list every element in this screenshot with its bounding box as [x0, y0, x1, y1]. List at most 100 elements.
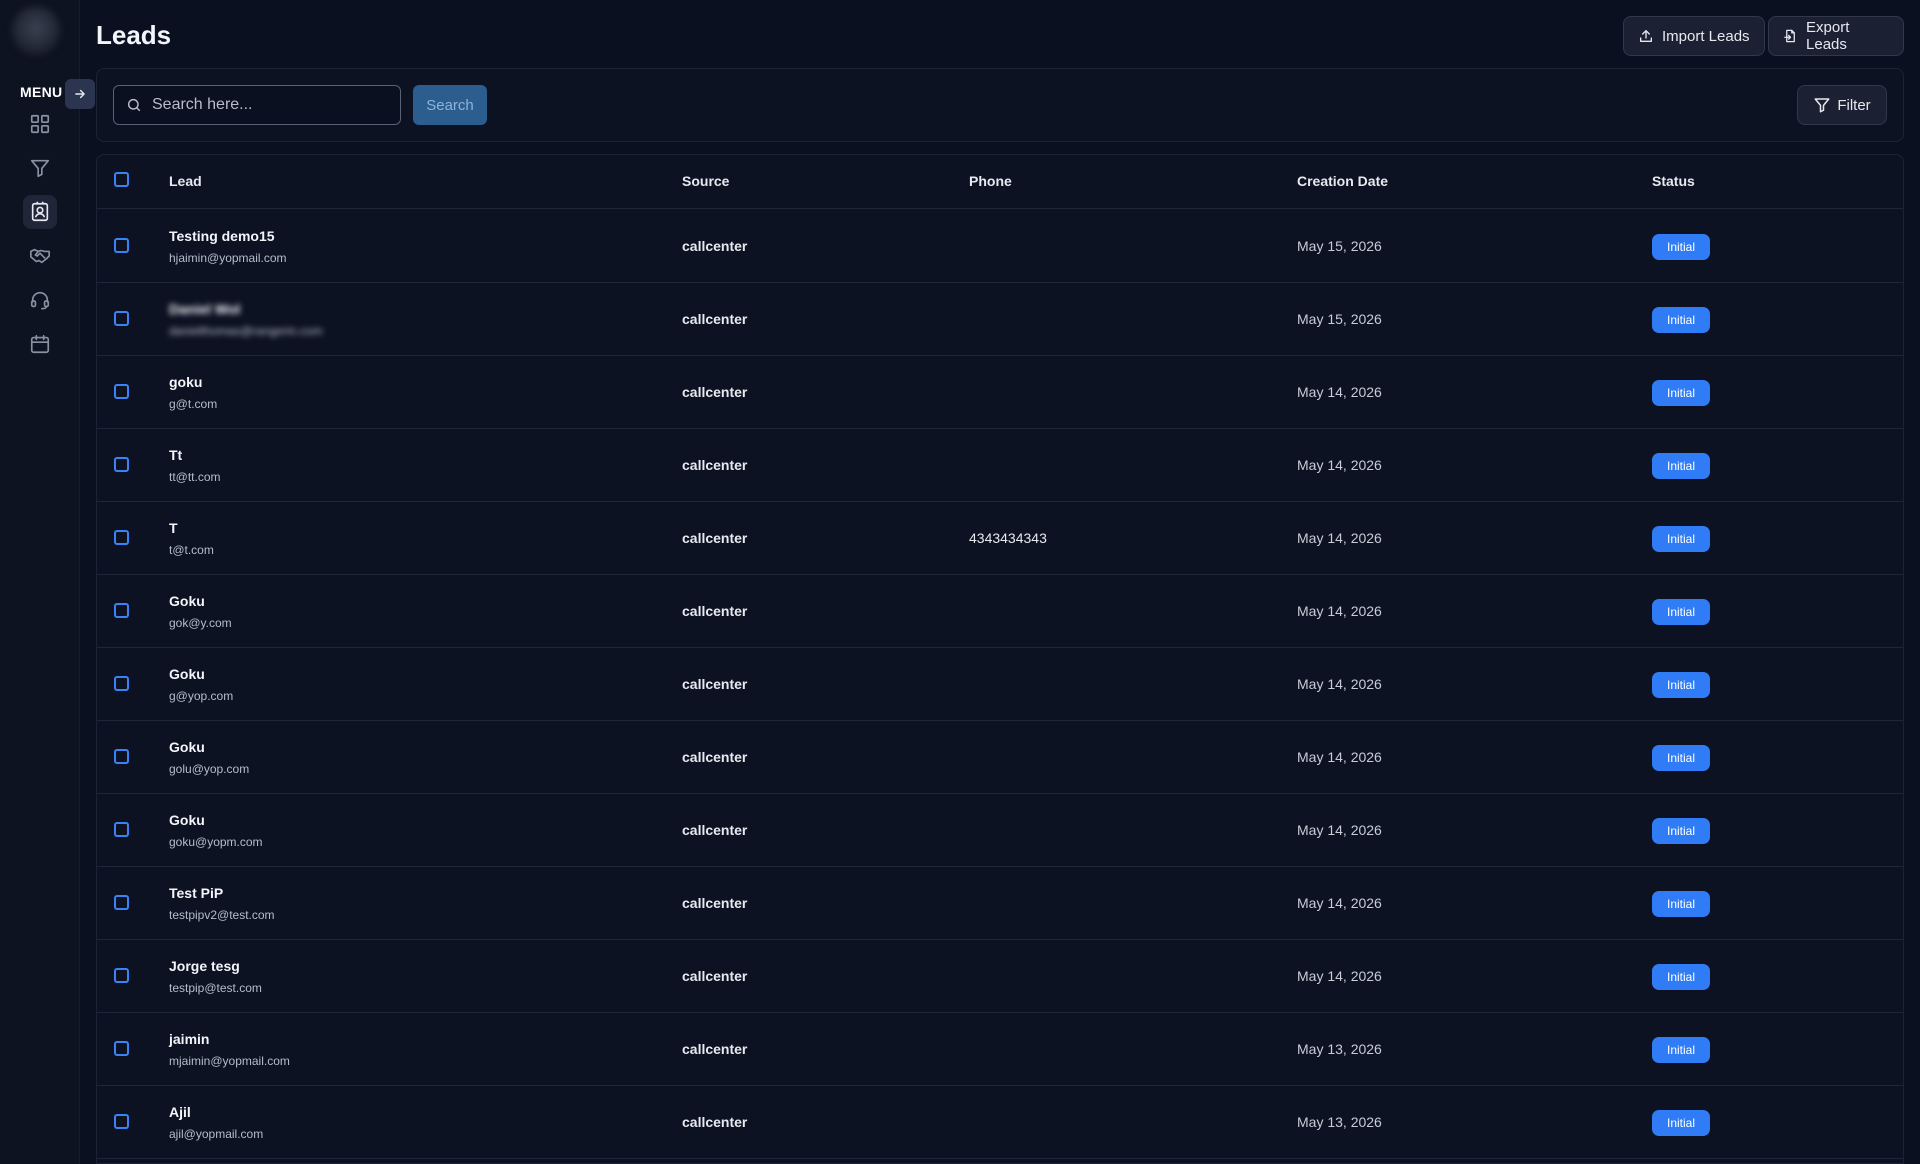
lead-name[interactable]: Ajil: [169, 1104, 191, 1120]
lead-creation-date: May 13, 2026: [1297, 1114, 1382, 1130]
lead-source: callcenter: [682, 238, 748, 254]
column-header-source[interactable]: Source: [682, 173, 729, 189]
status-badge: Initial: [1652, 307, 1710, 333]
column-header-phone[interactable]: Phone: [969, 173, 1012, 189]
table-row[interactable]: Goku g@yop.com callcenter May 14, 2026 Initi…: [97, 648, 1903, 721]
table-row[interactable]: Daniel Wol danielthomas@rangerin.com callc…: [97, 283, 1903, 356]
lead-name[interactable]: Testing demo15: [169, 228, 275, 244]
search-field[interactable]: [113, 85, 401, 125]
headset-icon: [30, 291, 50, 310]
sidebar-item-calendar[interactable]: [23, 327, 57, 361]
table-row[interactable]: Tt@t.com callcenter 4343434343 May 14, 2026…: [97, 502, 1903, 575]
search-icon: [127, 98, 141, 112]
lead-creation-date: May 14, 2026: [1297, 457, 1382, 473]
table-header: Lead Source Phone Creation Date Status: [97, 155, 1903, 209]
status-badge: Initial: [1652, 1037, 1710, 1063]
lead-email: danielthomas@rangerin.com: [169, 324, 323, 338]
row-checkbox[interactable]: [114, 530, 129, 545]
main-content: Leads Import Leads Export Leads Search F…: [96, 0, 1904, 1164]
calendar-icon: [30, 334, 50, 354]
lead-creation-date: May 14, 2026: [1297, 384, 1382, 400]
arrow-right-icon: [75, 89, 85, 99]
status-badge: Initial: [1652, 453, 1710, 479]
row-checkbox[interactable]: [114, 238, 129, 253]
table-row[interactable]: goku g@t.com callcenter May 14, 2026 Initial: [97, 356, 1903, 429]
column-header-status[interactable]: Status: [1652, 173, 1695, 189]
table-row[interactable]: Goku gok@y.com callcenter May 14, 2026 Initi…: [97, 575, 1903, 648]
lead-email: testpipv2@test.com: [169, 908, 275, 922]
lead-email: t@t.com: [169, 543, 214, 557]
lead-email: hjaimin@yopmail.com: [169, 251, 287, 265]
file-export-icon: [1784, 29, 1795, 43]
lead-name[interactable]: Jorge tesg: [169, 958, 240, 974]
search-input[interactable]: [152, 96, 382, 114]
import-leads-button[interactable]: Import Leads: [1623, 16, 1765, 56]
lead-creation-date: May 14, 2026: [1297, 749, 1382, 765]
row-checkbox[interactable]: [114, 384, 129, 399]
row-checkbox[interactable]: [114, 968, 129, 983]
row-checkbox[interactable]: [114, 676, 129, 691]
row-checkbox[interactable]: [114, 1114, 129, 1129]
search-button[interactable]: Search: [413, 85, 487, 125]
row-checkbox[interactable]: [114, 457, 129, 472]
row-checkbox[interactable]: [114, 603, 129, 618]
select-all-checkbox[interactable]: [114, 172, 129, 187]
lead-name[interactable]: Goku: [169, 739, 205, 755]
sidebar-item-leads[interactable]: [23, 195, 57, 229]
column-header-lead[interactable]: Lead: [169, 173, 202, 189]
filter-icon: [1814, 98, 1830, 113]
lead-creation-date: May 14, 2026: [1297, 895, 1382, 911]
row-checkbox[interactable]: [114, 822, 129, 837]
table-row[interactable]: Test PiP testpipv2@test.com callcenter May …: [97, 867, 1903, 940]
row-checkbox[interactable]: [114, 895, 129, 910]
lead-name[interactable]: Goku: [169, 666, 205, 682]
table-row[interactable]: Goku goku@yopm.com callcenter May 14, 2026 I…: [97, 794, 1903, 867]
lead-source: callcenter: [682, 1114, 748, 1130]
export-leads-button[interactable]: Export Leads: [1768, 16, 1904, 56]
lead-creation-date: May 14, 2026: [1297, 822, 1382, 838]
table-row[interactable]: Testing demo15 hjaimin@yopmail.com callcen…: [97, 210, 1903, 283]
export-leads-label: Export Leads: [1806, 19, 1850, 53]
table-row[interactable]: Ajil ajil@yopmail.com callcenter May 13, 20…: [97, 1086, 1903, 1159]
table-row[interactable]: Jorge tesg testpip@test.com callcenter May …: [97, 940, 1903, 1013]
funnel-icon: [30, 159, 50, 178]
lead-email: testpip@test.com: [169, 981, 262, 995]
status-badge: Initial: [1652, 1110, 1710, 1136]
lead-name[interactable]: goku: [169, 374, 202, 390]
logo[interactable]: [11, 6, 61, 56]
lead-email: goku@yopm.com: [169, 835, 263, 849]
lead-name[interactable]: jaimin: [169, 1031, 209, 1047]
leads-table: Lead Source Phone Creation Date Status T…: [96, 154, 1904, 1164]
lead-creation-date: May 14, 2026: [1297, 530, 1382, 546]
row-checkbox[interactable]: [114, 311, 129, 326]
sidebar-item-dashboard[interactable]: [23, 107, 57, 141]
lead-source: callcenter: [682, 749, 748, 765]
menu-label: MENU: [20, 84, 63, 100]
menu-toggle-button[interactable]: [65, 79, 95, 109]
lead-name[interactable]: Tt: [169, 447, 182, 463]
handshake-icon: [30, 248, 50, 264]
filter-button[interactable]: Filter: [1797, 85, 1887, 125]
lead-name[interactable]: Test PiP: [169, 885, 223, 901]
lead-creation-date: May 15, 2026: [1297, 311, 1382, 327]
row-checkbox[interactable]: [114, 749, 129, 764]
lead-email: g@yop.com: [169, 689, 234, 703]
lead-name[interactable]: Goku: [169, 593, 205, 609]
table-row[interactable]: Tt tt@tt.com callcenter May 14, 2026 Initial: [97, 429, 1903, 502]
lead-name[interactable]: Daniel Wol: [169, 301, 240, 317]
upload-icon: [1640, 30, 1652, 42]
lead-name[interactable]: Goku: [169, 812, 205, 828]
lead-name[interactable]: T: [169, 520, 178, 536]
lead-email: gok@y.com: [169, 616, 232, 630]
lead-source: callcenter: [682, 457, 748, 473]
sidebar-item-deals[interactable]: [23, 239, 57, 273]
sidebar-item-funnel[interactable]: [23, 151, 57, 185]
status-badge: Initial: [1652, 234, 1710, 260]
status-badge: Initial: [1652, 599, 1710, 625]
lead-phone: 4343434343: [969, 530, 1047, 546]
table-row[interactable]: Goku golu@yop.com callcenter May 14, 2026 In…: [97, 721, 1903, 794]
sidebar-item-support[interactable]: [23, 283, 57, 317]
row-checkbox[interactable]: [114, 1041, 129, 1056]
table-row[interactable]: jaimin mjaimin@yopmail.com callcenter May 1…: [97, 1013, 1903, 1086]
column-header-creation-date[interactable]: Creation Date: [1297, 173, 1388, 189]
